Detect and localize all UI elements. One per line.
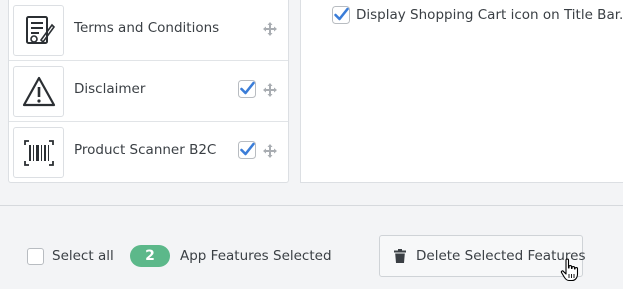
drag-handle-icon[interactable] — [263, 83, 277, 97]
feature-label: Terms and Conditions — [74, 20, 220, 36]
footer-divider — [0, 205, 623, 206]
select-all-label[interactable]: Select all — [52, 248, 114, 264]
drag-handle-icon[interactable] — [263, 22, 277, 36]
selected-count-label: App Features Selected — [180, 248, 332, 264]
hand-pointer-icon — [560, 258, 579, 282]
selected-count-badge: 2 — [130, 245, 170, 267]
feature-row-terms[interactable]: Terms and Conditions — [9, 0, 288, 61]
feature-label: Product Scanner B2C — [74, 142, 217, 158]
cart-icon-checkbox[interactable] — [332, 6, 350, 24]
barcode-scanner-icon — [23, 139, 54, 166]
feature-thumbnail — [13, 127, 64, 178]
drag-handle-icon[interactable] — [263, 144, 277, 158]
feature-label: Disclaimer — [74, 81, 146, 97]
checkmark-icon[interactable] — [238, 80, 256, 98]
feature-options-panel: Display Shopping Cart icon on Title Bar. — [300, 0, 623, 183]
feature-row-disclaimer[interactable]: Disclaimer — [9, 61, 288, 122]
warning-triangle-icon — [22, 76, 55, 106]
feature-list-panel: Terms and Conditions Disclaimer Product … — [8, 0, 289, 183]
feature-thumbnail — [13, 66, 64, 117]
cart-icon-option-label: Display Shopping Cart icon on Title Bar. — [356, 7, 623, 23]
delete-selected-button[interactable]: Delete Selected Features — [379, 235, 586, 277]
trash-icon — [394, 249, 406, 263]
feature-thumbnail — [13, 5, 64, 56]
checkmark-icon[interactable] — [238, 141, 256, 159]
feature-row-scanner[interactable]: Product Scanner B2C — [9, 122, 288, 183]
select-all-checkbox[interactable] — [27, 248, 44, 265]
contract-signature-icon — [25, 15, 55, 44]
